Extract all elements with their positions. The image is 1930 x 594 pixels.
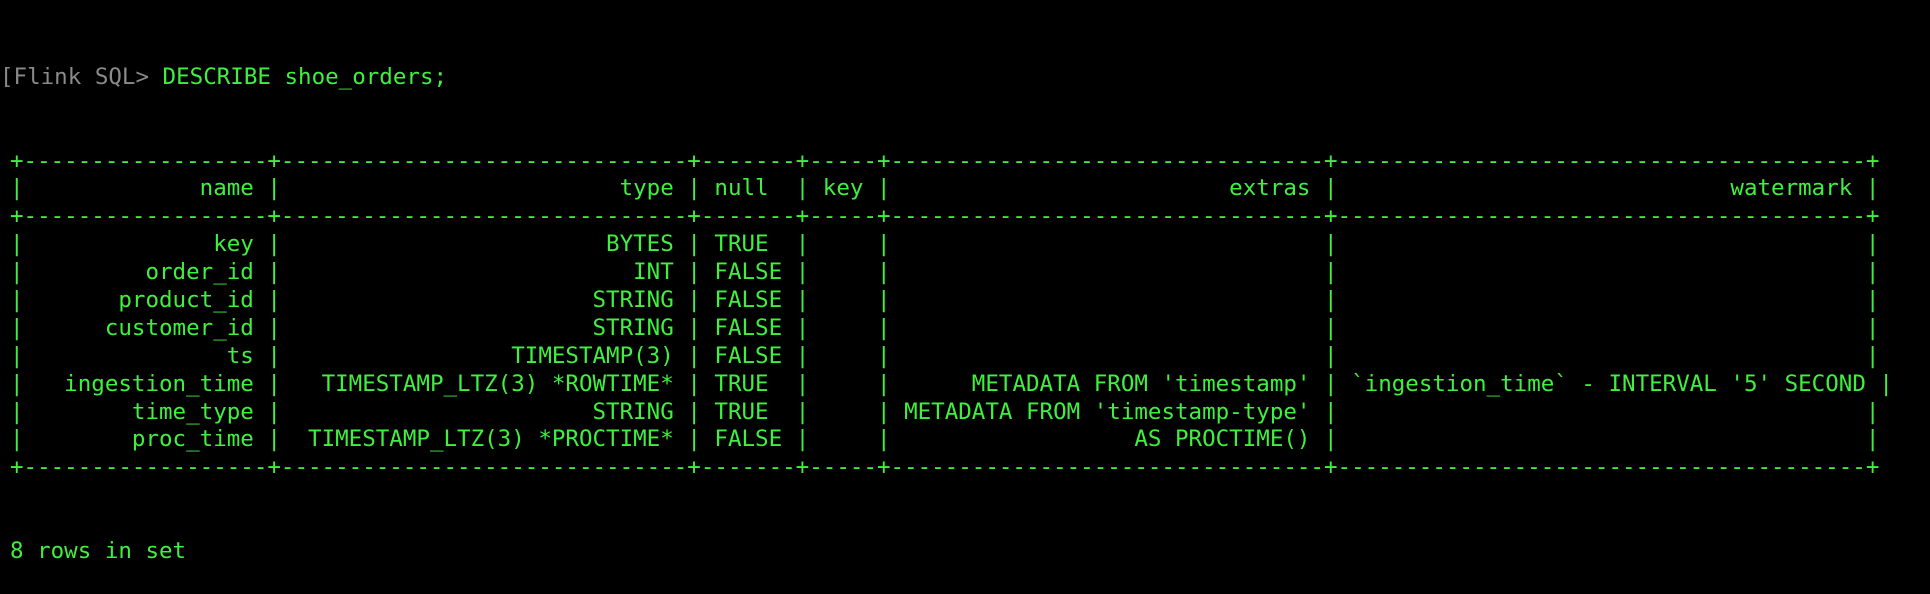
table-cell-name: order_id bbox=[37, 259, 254, 286]
table-row: | ingestion_time | TIMESTAMP_LTZ(3) *ROW… bbox=[10, 370, 1893, 397]
table-cell-extras bbox=[904, 231, 1310, 257]
table-row: | product_id | STRING | FALSE | | | | bbox=[10, 286, 1880, 313]
table-cell-name: customer_id bbox=[37, 314, 254, 341]
table-cell-extras: AS PROCTIME() bbox=[904, 426, 1311, 453]
table-cell-name: key bbox=[37, 231, 254, 258]
table-cell-watermark bbox=[1351, 259, 1852, 285]
row-count-footer: 8 rows in set bbox=[10, 538, 187, 565]
table-row: | order_id | INT | FALSE | | | | bbox=[10, 259, 1880, 286]
table-cell-extras bbox=[904, 287, 1310, 313]
table-cell-key bbox=[823, 426, 864, 452]
table-cell-type: BYTES bbox=[294, 231, 674, 258]
table-row: | key | BYTES | TRUE | | | | bbox=[10, 231, 1880, 258]
table-cell-null: TRUE bbox=[714, 231, 783, 258]
table-cell-null: FALSE bbox=[714, 314, 783, 341]
table-cell-watermark bbox=[1351, 343, 1852, 369]
table-cell-extras: METADATA FROM 'timestamp' bbox=[904, 370, 1311, 397]
table-row: | customer_id | STRING | FALSE | | | | bbox=[10, 314, 1880, 341]
prompt-bracket: [ bbox=[0, 63, 14, 90]
table-cell-null: FALSE bbox=[714, 286, 783, 313]
table-cell-type: type bbox=[294, 175, 674, 202]
table-cell-watermark bbox=[1351, 399, 1852, 425]
table-cell-type: INT bbox=[294, 259, 674, 286]
table-row: | ts | TIMESTAMP(3) | FALSE | | | | bbox=[10, 342, 1880, 369]
prompt-label: Flink SQL> bbox=[13, 63, 150, 90]
table-cell-key bbox=[823, 399, 864, 425]
table-cell-extras bbox=[904, 259, 1310, 285]
table-cell-null: TRUE bbox=[714, 398, 783, 425]
table-cell-extras: extras bbox=[904, 175, 1311, 202]
table-cell-key bbox=[823, 315, 864, 341]
table-cell-watermark: watermark bbox=[1351, 175, 1853, 202]
table-cell-type: TIMESTAMP_LTZ(3) *PROCTIME* bbox=[294, 426, 674, 453]
table-cell-name: name bbox=[37, 175, 254, 202]
table-cell-type: TIMESTAMP(3) bbox=[294, 342, 674, 369]
prompt-line: [Flink SQL> DESCRIBE shoe_orders; bbox=[0, 64, 1930, 92]
table-border-bottom: +------------------+--------------------… bbox=[10, 454, 1880, 481]
table-cell-key bbox=[823, 287, 864, 313]
table-cell-type: TIMESTAMP_LTZ(3) *ROWTIME* bbox=[294, 370, 674, 397]
table-cell-watermark bbox=[1351, 231, 1852, 257]
table-cell-watermark bbox=[1351, 287, 1852, 313]
table-cell-extras: METADATA FROM 'timestamp-type' bbox=[904, 398, 1311, 425]
table-cell-type: STRING bbox=[294, 398, 674, 425]
table-cell-watermark bbox=[1351, 315, 1852, 341]
table-cell-key bbox=[823, 371, 864, 397]
table-cell-extras bbox=[904, 315, 1310, 341]
table-cell-name: ts bbox=[37, 342, 254, 369]
table-border-header: +------------------+--------------------… bbox=[10, 203, 1880, 230]
command-text: DESCRIBE shoe_orders; bbox=[149, 63, 448, 90]
table-border-top: +------------------+--------------------… bbox=[10, 147, 1880, 174]
table-cell-null: null bbox=[714, 175, 783, 202]
table-cell-name: proc_time bbox=[37, 426, 254, 453]
table-cell-null: FALSE bbox=[714, 426, 783, 453]
table-cell-extras bbox=[904, 343, 1310, 369]
table-cell-key bbox=[823, 343, 864, 369]
table-cell-key bbox=[823, 231, 864, 257]
table-cell-null: TRUE bbox=[714, 370, 783, 397]
table-row: | time_type | STRING | TRUE | | METADATA… bbox=[10, 398, 1880, 425]
terminal-window[interactable]: [Flink SQL> DESCRIBE shoe_orders; +-----… bbox=[0, 0, 1930, 564]
table-cell-null: FALSE bbox=[714, 342, 783, 369]
table-cell-name: ingestion_time bbox=[37, 370, 254, 397]
table-cell-type: STRING bbox=[294, 314, 674, 341]
describe-table: +------------------+--------------------… bbox=[0, 148, 1930, 483]
table-cell-watermark: `ingestion_time` - INTERVAL '5' SECOND bbox=[1351, 370, 1866, 397]
table-cell-null: FALSE bbox=[714, 259, 783, 286]
table-header-row: | name | type | null | key | extras | wa… bbox=[10, 175, 1880, 202]
table-cell-key bbox=[823, 259, 864, 285]
table-cell-name: product_id bbox=[37, 286, 254, 313]
table-row: | proc_time | TIMESTAMP_LTZ(3) *PROCTIME… bbox=[10, 426, 1880, 453]
table-cell-key: key bbox=[822, 175, 864, 202]
table-cell-type: STRING bbox=[294, 286, 674, 313]
table-cell-name: time_type bbox=[37, 398, 254, 425]
table-cell-watermark bbox=[1351, 426, 1852, 452]
